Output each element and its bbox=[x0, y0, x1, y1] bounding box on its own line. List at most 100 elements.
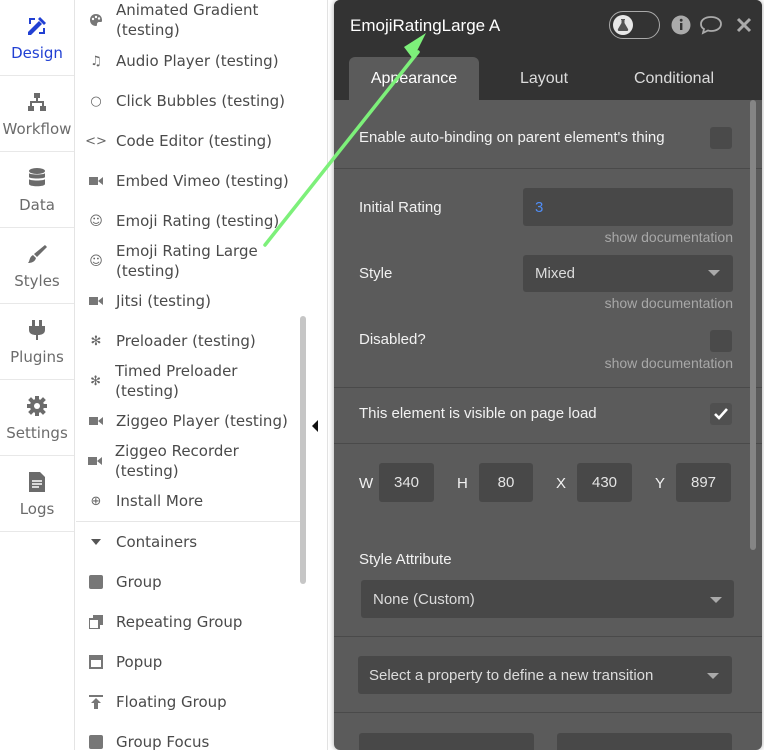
collapse-arrow-icon[interactable] bbox=[312, 420, 318, 432]
editor-scrollbar[interactable] bbox=[750, 100, 756, 550]
y-input[interactable]: 897 bbox=[676, 463, 731, 502]
square-icon bbox=[76, 735, 116, 749]
auto-binding-checkbox[interactable] bbox=[710, 127, 732, 149]
install-more-item[interactable]: ⊕ Install More bbox=[76, 481, 302, 521]
close-icon[interactable] bbox=[733, 14, 755, 36]
nav-settings[interactable]: Settings bbox=[0, 380, 74, 456]
nav-logs[interactable]: Logs bbox=[0, 456, 74, 532]
chevron-down-icon bbox=[710, 597, 722, 603]
element-label: Install More bbox=[116, 492, 204, 510]
bottom-button-left[interactable] bbox=[359, 733, 534, 750]
editor-tabs: Appearance Layout Conditional bbox=[334, 52, 762, 100]
element-label: Floating Group bbox=[116, 693, 227, 711]
style-dropdown[interactable]: Mixed bbox=[523, 255, 733, 292]
element-item[interactable]: ♫ Audio Player (testing) bbox=[76, 41, 302, 81]
element-label: Ziggeo Recorder (testing) bbox=[114, 442, 239, 480]
element-label: Repeating Group bbox=[116, 613, 243, 631]
element-label: Group bbox=[116, 573, 162, 591]
element-item[interactable]: ☺ Emoji Rating Large (testing) bbox=[76, 241, 302, 281]
editor-header: EmojiRatingLarge A bbox=[334, 0, 762, 52]
containers-section-header[interactable]: Containers bbox=[76, 522, 302, 562]
element-label: Group Focus bbox=[116, 733, 210, 750]
width-input[interactable]: 340 bbox=[379, 463, 434, 502]
comment-icon[interactable] bbox=[700, 14, 722, 36]
element-item[interactable]: <> Code Editor (testing) bbox=[76, 121, 302, 161]
property-editor: EmojiRatingLarge A Appearance Layout Con… bbox=[334, 0, 762, 750]
video-icon bbox=[76, 456, 115, 466]
tab-layout[interactable]: Layout bbox=[484, 57, 604, 100]
nav-label: Workflow bbox=[2, 119, 72, 138]
element-item[interactable]: Embed Vimeo (testing) bbox=[76, 161, 302, 201]
smiley-icon: ☺ bbox=[89, 253, 103, 269]
element-item[interactable]: Floating Group bbox=[76, 682, 302, 722]
nav-label: Styles bbox=[14, 271, 60, 290]
height-input[interactable]: 80 bbox=[479, 463, 533, 502]
editor-title[interactable]: EmojiRatingLarge A bbox=[350, 16, 500, 36]
section-divider bbox=[334, 443, 762, 444]
circle-icon: ○ bbox=[90, 93, 102, 109]
element-item[interactable]: ✻ Timed Preloader (testing) bbox=[76, 361, 302, 401]
disabled-checkbox[interactable] bbox=[710, 330, 732, 352]
x-input[interactable]: 430 bbox=[577, 463, 632, 502]
element-item[interactable]: Group Focus bbox=[76, 722, 302, 750]
nav-workflow[interactable]: Workflow bbox=[0, 76, 74, 152]
element-item[interactable]: Repeating Group bbox=[76, 602, 302, 642]
video-icon bbox=[76, 296, 116, 306]
square-icon bbox=[76, 575, 116, 589]
element-label: Popup bbox=[116, 653, 163, 671]
element-label: Click Bubbles (testing) bbox=[116, 92, 286, 110]
show-documentation-link[interactable]: show documentation bbox=[597, 355, 733, 371]
nav-label: Logs bbox=[19, 499, 55, 518]
element-item[interactable]: ☺ Emoji Rating (testing) bbox=[76, 201, 302, 241]
element-label: Animated Gradient (testing) bbox=[116, 1, 259, 39]
show-documentation-link[interactable]: show documentation bbox=[597, 229, 733, 245]
nav-styles[interactable]: Styles bbox=[0, 228, 74, 304]
element-label: Timed Preloader (testing) bbox=[115, 362, 238, 400]
element-label: Emoji Rating Large (testing) bbox=[116, 242, 258, 280]
left-nav: Design Workflow Data Styles Plugins Sett… bbox=[0, 0, 75, 750]
section-label: Containers bbox=[116, 533, 198, 551]
nav-design[interactable]: Design bbox=[0, 0, 74, 76]
transition-placeholder: Select a property to define a new transi… bbox=[369, 666, 654, 684]
smiley-icon: ☺ bbox=[89, 213, 103, 229]
show-documentation-link[interactable]: show documentation bbox=[597, 295, 733, 311]
element-item[interactable]: Ziggeo Player (testing) bbox=[76, 401, 302, 441]
spinner-icon: ✻ bbox=[90, 373, 102, 389]
tab-appearance[interactable]: Appearance bbox=[349, 57, 479, 100]
nav-label: Data bbox=[19, 195, 55, 214]
checkmark-icon bbox=[714, 408, 728, 420]
element-item[interactable]: ✻ Preloader (testing) bbox=[76, 321, 302, 361]
width-label: W bbox=[359, 475, 374, 492]
visible-on-load-label: This element is visible on page load bbox=[359, 405, 597, 422]
visible-on-load-checkbox[interactable] bbox=[710, 403, 732, 425]
palette-scrollbar[interactable] bbox=[300, 316, 306, 584]
test-mode-toggle[interactable] bbox=[609, 11, 660, 39]
database-icon bbox=[25, 166, 49, 190]
height-label: H bbox=[457, 475, 468, 492]
initial-rating-input[interactable]: 3 bbox=[523, 188, 733, 226]
element-item[interactable]: Animated Gradient (testing) bbox=[76, 0, 302, 40]
bottom-button-right[interactable] bbox=[557, 733, 732, 750]
tab-conditional[interactable]: Conditional bbox=[609, 57, 739, 100]
nav-plugins[interactable]: Plugins bbox=[0, 304, 74, 380]
beaker-icon bbox=[613, 15, 633, 35]
chevron-down-icon bbox=[707, 673, 719, 679]
nav-data[interactable]: Data bbox=[0, 152, 74, 228]
video-icon bbox=[76, 176, 116, 186]
video-icon bbox=[76, 416, 116, 426]
element-label: Jitsi (testing) bbox=[116, 292, 211, 310]
spinner-icon: ✻ bbox=[90, 333, 102, 349]
info-icon[interactable] bbox=[670, 14, 692, 36]
element-item[interactable]: Ziggeo Recorder (testing) bbox=[76, 441, 302, 481]
style-attribute-dropdown[interactable]: None (Custom) bbox=[361, 580, 734, 618]
caret-down-icon bbox=[76, 539, 116, 545]
element-item[interactable]: Jitsi (testing) bbox=[76, 281, 302, 321]
element-item[interactable]: ○ Click Bubbles (testing) bbox=[76, 81, 302, 121]
section-divider bbox=[334, 636, 762, 637]
element-item[interactable]: Group bbox=[76, 562, 302, 602]
element-label: Audio Player (testing) bbox=[116, 52, 279, 70]
element-item[interactable]: Popup bbox=[76, 642, 302, 682]
transition-dropdown[interactable]: Select a property to define a new transi… bbox=[358, 656, 732, 694]
style-dropdown-value: Mixed bbox=[535, 265, 576, 282]
style-label: Style bbox=[359, 265, 393, 282]
